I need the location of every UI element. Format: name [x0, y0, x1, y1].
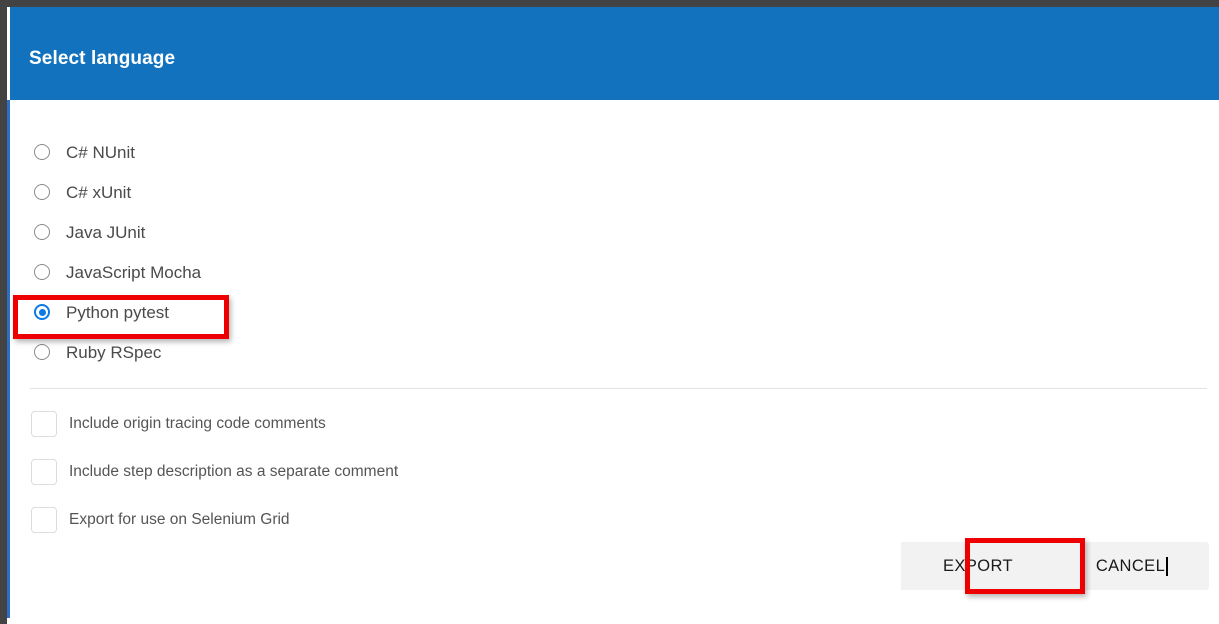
radio-option-java-junit[interactable]: Java JUnit — [10, 212, 1219, 252]
radio-icon[interactable] — [34, 264, 50, 280]
checkbox-option-origin-tracing[interactable]: Include origin tracing code comments — [10, 400, 1219, 448]
language-radio-group: C# NUnit C# xUnit Java JUnit JavaScript … — [10, 132, 1219, 372]
radio-option-label: Java JUnit — [66, 222, 146, 242]
checkbox-icon[interactable] — [31, 507, 57, 533]
checkbox-icon[interactable] — [31, 411, 57, 437]
radio-option-python-pytest[interactable]: Python pytest — [10, 292, 1219, 332]
window-chrome-top — [0, 0, 1219, 7]
radio-option-label: JavaScript Mocha — [66, 262, 202, 282]
radio-icon[interactable] — [34, 144, 50, 160]
radio-option-label: C# xUnit — [66, 182, 132, 202]
select-language-dialog: Select language C# NUnit C# xUnit Java J… — [10, 7, 1219, 624]
scrollbar-thumb[interactable] — [7, 100, 10, 618]
radio-option-ruby-rspec[interactable]: Ruby RSpec — [10, 332, 1219, 372]
export-button[interactable]: EXPORT — [901, 542, 1055, 590]
dialog-actions: EXPORT CANCEL — [901, 542, 1209, 590]
radio-icon[interactable] — [34, 184, 50, 200]
checkbox-option-label: Export for use on Selenium Grid — [69, 511, 290, 529]
radio-option-csharp-xunit[interactable]: C# xUnit — [10, 172, 1219, 212]
radio-option-csharp-nunit[interactable]: C# NUnit — [10, 132, 1219, 172]
text-caret — [1166, 556, 1169, 576]
app-frame: Select language C# NUnit C# xUnit Java J… — [0, 0, 1219, 624]
dialog-header: Select language — [10, 7, 1219, 100]
page-title: Select language — [29, 48, 176, 69]
export-options-group: Include origin tracing code comments Inc… — [10, 400, 1219, 544]
radio-icon[interactable] — [34, 224, 50, 240]
checkbox-icon[interactable] — [31, 459, 57, 485]
radio-option-label: Python pytest — [66, 302, 170, 322]
checkbox-option-label: Include origin tracing code comments — [69, 415, 326, 433]
radio-icon-selected[interactable] — [34, 304, 50, 320]
cancel-button[interactable]: CANCEL — [1055, 542, 1209, 590]
checkbox-option-selenium-grid[interactable]: Export for use on Selenium Grid — [10, 496, 1219, 544]
radio-option-javascript-mocha[interactable]: JavaScript Mocha — [10, 252, 1219, 292]
window-chrome-left — [0, 0, 7, 624]
checkbox-option-label: Include step description as a separate c… — [69, 463, 399, 481]
radio-option-label: Ruby RSpec — [66, 342, 162, 362]
radio-icon[interactable] — [34, 344, 50, 360]
radio-option-label: C# NUnit — [66, 142, 135, 162]
checkbox-option-step-description[interactable]: Include step description as a separate c… — [10, 448, 1219, 496]
divider — [30, 388, 1207, 389]
dialog-body: C# NUnit C# xUnit Java JUnit JavaScript … — [10, 100, 1219, 624]
cancel-button-label: CANCEL — [1095, 556, 1166, 575]
